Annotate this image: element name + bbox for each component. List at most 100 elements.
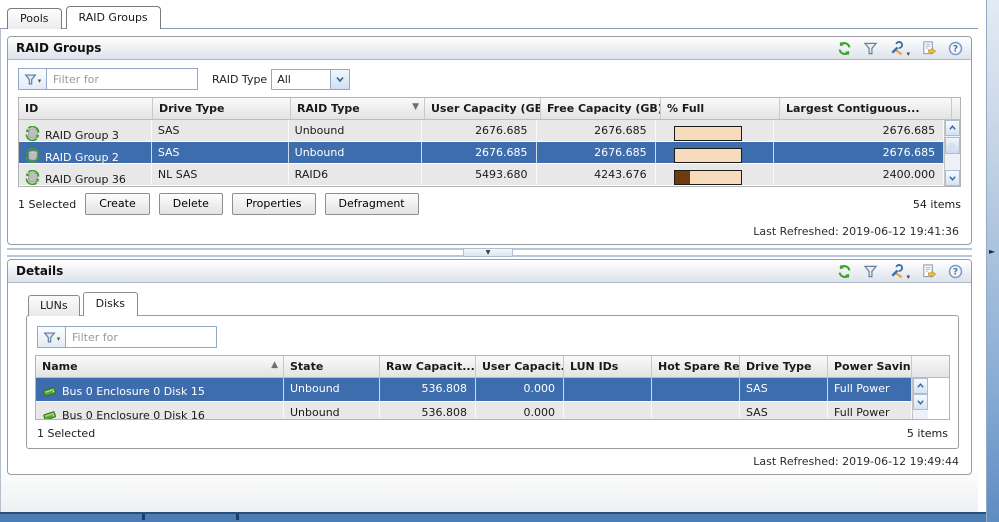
details-panel: Details ▾ ? LUNs Disks ▾ Name▲ State Raw C…	[7, 259, 972, 475]
column-header[interactable]: User Capacity (GB)	[425, 98, 541, 119]
delete-button[interactable]: Delete	[159, 193, 223, 215]
table-cell: 2676.685	[422, 120, 537, 141]
column-header[interactable]: Drive Type	[153, 98, 291, 119]
expand-right-icon[interactable]: ►	[989, 247, 995, 256]
table-row[interactable]: Bus 0 Enclosure 0 Disk 16Unbound536.8080…	[36, 402, 912, 419]
main-content: Pools RAID Groups RAID Groups ▾ ? ▾ RAID…	[0, 0, 978, 512]
splitter-collapse-handle[interactable]: ▼	[463, 248, 513, 257]
tools-icon[interactable]: ▾	[889, 41, 910, 56]
table-row[interactable]: RAID Group 2SASUnbound2676.6852676.68526…	[19, 142, 944, 164]
column-header[interactable]: RAID Type▼	[291, 98, 425, 119]
vertical-scrollbar[interactable]: ∷	[944, 120, 960, 186]
vertical-scrollbar[interactable]	[912, 378, 928, 419]
raid-last-refreshed: Last Refreshed: 2019-06-12 19:41:36	[8, 219, 971, 244]
percent-full-bar	[674, 148, 742, 163]
tab-raid-groups-label: RAID Groups	[79, 11, 148, 24]
filter-icon[interactable]	[863, 41, 878, 56]
column-header-label: Drive Type	[159, 102, 225, 119]
table-cell: Unbound	[289, 120, 422, 141]
column-header-label: LUN IDs	[570, 360, 618, 377]
table-row[interactable]: RAID Group 3SASUnbound2676.6852676.68526…	[19, 120, 944, 142]
percent-full-bar	[674, 170, 742, 185]
tab-luns[interactable]: LUNs	[28, 295, 80, 316]
table-cell	[656, 120, 774, 141]
chevron-down-icon	[948, 174, 957, 182]
table-cell: 2676.685	[537, 120, 656, 141]
horizontal-splitter[interactable]: ▼	[7, 248, 972, 257]
column-header[interactable]: % Full	[661, 98, 780, 119]
scroll-down-button[interactable]	[945, 170, 960, 186]
export-report-icon[interactable]	[921, 264, 937, 279]
table-cell: 2676.685	[537, 142, 656, 163]
create-button[interactable]: Create	[85, 193, 150, 215]
raid-group-icon	[25, 175, 40, 185]
table-cell: 2400.000	[774, 164, 945, 185]
column-header[interactable]: Largest Contiguous...	[780, 98, 952, 119]
scroll-down-button[interactable]	[913, 394, 928, 410]
column-header[interactable]: Drive Type	[740, 356, 828, 377]
column-header-label: State	[290, 360, 323, 377]
properties-button[interactable]: Properties	[232, 193, 316, 215]
edge-divider	[236, 514, 239, 520]
scroll-up-button[interactable]	[945, 120, 960, 136]
column-header[interactable]: Free Capacity (GB)	[541, 98, 661, 119]
vertical-splitter[interactable]: ►	[986, 0, 999, 522]
raid-groups-panel-title: RAID Groups	[16, 41, 101, 55]
filter-menu-button[interactable]: ▾	[37, 326, 65, 348]
column-header-label: Free Capacity (GB)	[547, 102, 661, 119]
disks-filter-input[interactable]	[65, 326, 217, 348]
table-cell: 0.000	[476, 378, 564, 401]
tab-pools-label: Pools	[20, 12, 49, 25]
table-cell: SAS	[152, 142, 289, 163]
table-cell: 0.000	[476, 402, 564, 419]
column-header[interactable]: Power Savin...	[828, 356, 912, 377]
raid-type-dropdown-button[interactable]	[330, 70, 349, 89]
raid-groups-toolbar: ▾ ?	[837, 41, 963, 56]
export-report-icon[interactable]	[921, 41, 937, 56]
column-header[interactable]: Hot Spare Re...	[652, 356, 740, 377]
tab-disks[interactable]: Disks	[83, 292, 138, 316]
raid-type-select[interactable]: All	[271, 69, 350, 90]
raid-groups-filter-input[interactable]	[46, 68, 198, 90]
column-header-label: ID	[25, 102, 38, 119]
filter-menu-button[interactable]: ▾	[18, 68, 46, 90]
table-cell: RAID Group 2	[19, 142, 152, 163]
scrollbar-thumb[interactable]: ∷	[945, 137, 960, 154]
tab-raid-groups[interactable]: RAID Groups	[66, 6, 161, 29]
column-header[interactable]: ID	[19, 98, 153, 119]
table-cell	[656, 142, 774, 163]
table-cell: Bus 0 Enclosure 0 Disk 16	[36, 402, 284, 419]
table-cell: RAID Group 3	[19, 120, 152, 141]
table-row[interactable]: RAID Group 36NL SASRAID65493.6804243.676…	[19, 164, 944, 186]
tools-icon[interactable]: ▾	[889, 264, 910, 279]
defragment-button[interactable]: Defragment	[325, 193, 419, 215]
table-cell: NL SAS	[152, 164, 289, 185]
details-toolbar: ▾ ?	[837, 264, 963, 279]
table-row[interactable]: Bus 0 Enclosure 0 Disk 15Unbound536.8080…	[36, 378, 912, 402]
tab-pools[interactable]: Pools	[7, 8, 62, 29]
refresh-icon[interactable]	[837, 41, 852, 56]
scroll-up-button[interactable]	[913, 378, 928, 394]
bottom-window-edge	[0, 512, 986, 522]
column-header[interactable]: LUN IDs	[564, 356, 652, 377]
details-panel-title: Details	[16, 264, 63, 278]
help-icon[interactable]: ?	[948, 264, 963, 279]
column-header[interactable]: Raw Capacit...	[380, 356, 476, 377]
raid-groups-footer: 1 Selected Create Delete Properties Defr…	[8, 187, 971, 219]
column-header[interactable]: State	[284, 356, 380, 377]
raid-group-icon	[25, 131, 40, 141]
column-header-label: Raw Capacit...	[386, 360, 475, 377]
percent-full-bar	[674, 126, 742, 141]
refresh-icon[interactable]	[837, 264, 852, 279]
table-cell: Unbound	[284, 378, 380, 401]
column-header-label: Drive Type	[746, 360, 812, 377]
column-header[interactable]: Name▲	[36, 356, 284, 377]
filter-icon[interactable]	[863, 264, 878, 279]
disk-icon	[42, 387, 57, 400]
svg-text:?: ?	[953, 44, 958, 54]
help-icon[interactable]: ?	[948, 41, 963, 56]
sort-asc-icon: ▲	[271, 360, 280, 377]
column-header-label: % Full	[667, 102, 704, 119]
column-header[interactable]: User Capacit...	[476, 356, 564, 377]
table-cell: SAS	[152, 120, 289, 141]
